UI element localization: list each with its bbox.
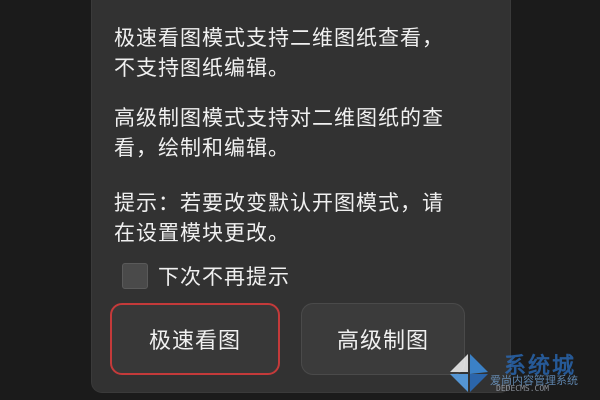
advanced-draw-button-label: 高级制图 [336,329,429,354]
advanced-mode-description: 高级制图模式支持对二维图纸的查 看，绘制和编辑。 [114,103,494,163]
fast-mode-description-line2: 不支持图纸编辑。 [114,56,290,80]
settings-tip-line2: 在设置模块更改。 [114,221,290,245]
settings-tip-line1: 提示：若要改变默认开图模式，请 [114,191,444,215]
dont-show-again-row[interactable]: 下次不再提示 [122,261,290,291]
site-watermark: 系统城 爱尚内容管理系统 DEDECMS.COM [440,346,600,400]
watermark-logo-icon [450,354,488,392]
dont-show-again-label[interactable]: 下次不再提示 [158,261,290,291]
advanced-mode-description-line1: 高级制图模式支持对二维图纸的查 [114,106,444,130]
fast-view-button-label: 极速看图 [148,329,241,354]
watermark-url: DEDECMS.COM [496,384,549,393]
settings-tip: 提示：若要改变默认开图模式，请 在设置模块更改。 [114,188,494,248]
fast-mode-description: 极速看图模式支持二维图纸查看， 不支持图纸编辑。 [114,23,494,83]
dont-show-again-checkbox[interactable] [122,263,148,289]
fast-mode-description-line1: 极速看图模式支持二维图纸查看， [114,26,444,50]
advanced-mode-description-line2: 看，绘制和编辑。 [114,136,290,160]
screen: 极速看图模式支持二维图纸查看， 不支持图纸编辑。 高级制图模式支持对二维图纸的查… [0,0,600,400]
fast-view-button[interactable]: 极速看图 [110,303,280,375]
